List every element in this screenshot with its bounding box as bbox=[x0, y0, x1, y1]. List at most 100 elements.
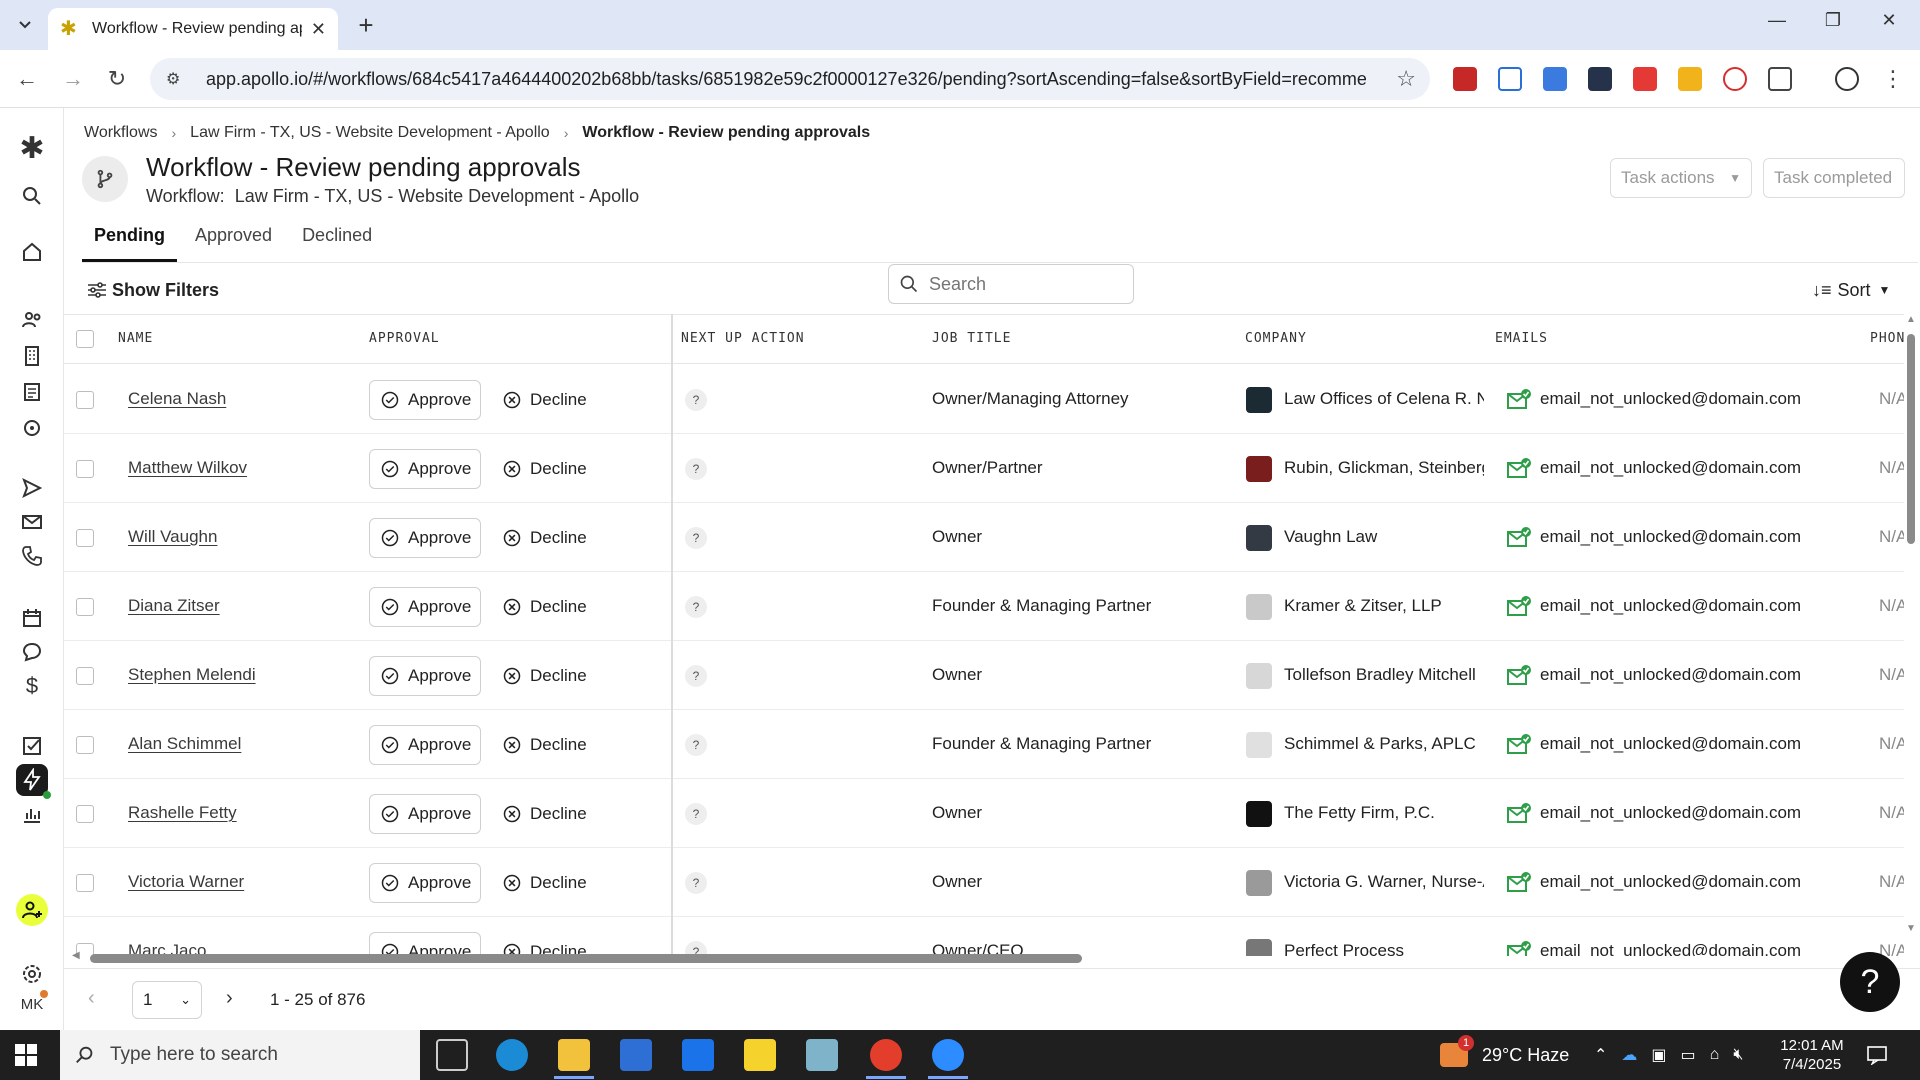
row-checkbox[interactable] bbox=[76, 667, 94, 685]
email-address[interactable]: email_not_unlocked@domain.com bbox=[1540, 872, 1801, 892]
next-up-action-badge[interactable]: ? bbox=[685, 872, 707, 894]
table-row[interactable]: Stephen Melendi Approve Decline? Owner Tolle… bbox=[64, 641, 1904, 710]
next-up-action-badge[interactable]: ? bbox=[685, 596, 707, 618]
battery-icon[interactable]: ▭ bbox=[1681, 1045, 1696, 1065]
email-icon[interactable] bbox=[16, 506, 48, 538]
new-tab-button[interactable]: + bbox=[352, 10, 380, 41]
email-address[interactable]: email_not_unlocked@domain.com bbox=[1540, 596, 1801, 616]
conversations-icon[interactable] bbox=[16, 636, 48, 668]
sort-button[interactable]: ↓≡ Sort ▼ bbox=[1812, 270, 1890, 310]
taskbar-search[interactable]: Type here to search bbox=[60, 1030, 420, 1080]
decline-button[interactable]: Decline bbox=[502, 794, 587, 834]
decline-button[interactable]: Decline bbox=[502, 449, 587, 489]
company-name[interactable]: Rubin, Glickman, Steinberg bbox=[1284, 458, 1484, 478]
browser-tab[interactable]: ✱ Workflow - Review pending app ✕ bbox=[48, 8, 338, 50]
app-icon[interactable] bbox=[806, 1039, 838, 1071]
scroll-left-icon[interactable]: ◀ bbox=[72, 950, 80, 961]
pdf-extension-icon[interactable] bbox=[1453, 67, 1477, 91]
show-filters-button[interactable]: Show Filters bbox=[86, 270, 219, 310]
table-row[interactable]: Victoria Warner Approve Decline? Owner Victo… bbox=[64, 848, 1904, 917]
company-name[interactable]: Law Offices of Celena R. Nash bbox=[1284, 389, 1484, 409]
show-hidden-icons-icon[interactable]: ⌃ bbox=[1594, 1045, 1607, 1065]
task-view-icon[interactable] bbox=[436, 1039, 468, 1071]
row-checkbox[interactable] bbox=[76, 391, 94, 409]
tab-approved[interactable]: Approved bbox=[183, 218, 284, 262]
decline-button[interactable]: Decline bbox=[502, 725, 587, 765]
task-actions-button[interactable]: Task actions ▼ bbox=[1610, 158, 1752, 198]
bookmark-star-icon[interactable]: ☆ bbox=[1396, 66, 1416, 92]
chrome-browser-icon[interactable] bbox=[870, 1039, 902, 1071]
decline-button[interactable]: Decline bbox=[502, 587, 587, 627]
row-checkbox[interactable] bbox=[76, 874, 94, 892]
analytics-chart-icon[interactable] bbox=[16, 798, 48, 830]
deals-dollar-icon[interactable]: $ bbox=[16, 670, 48, 702]
add-user-icon[interactable] bbox=[16, 894, 48, 926]
email-address[interactable]: email_not_unlocked@domain.com bbox=[1540, 803, 1801, 823]
approve-button[interactable]: Approve bbox=[369, 794, 481, 834]
next-up-action-badge[interactable]: ? bbox=[685, 734, 707, 756]
decline-button[interactable]: Decline bbox=[502, 656, 587, 696]
shield-extension-icon[interactable] bbox=[1498, 67, 1522, 91]
task-completed-button[interactable]: Task completed bbox=[1763, 158, 1905, 198]
vertical-scroll-thumb[interactable] bbox=[1907, 334, 1915, 544]
col-emails[interactable]: EMAILS bbox=[1495, 331, 1548, 346]
contact-name-link[interactable]: Rashelle Fetty bbox=[128, 803, 237, 823]
user-avatar[interactable]: MK bbox=[16, 988, 48, 1020]
next-up-action-badge[interactable]: ? bbox=[685, 803, 707, 825]
extensions-puzzle-icon[interactable] bbox=[1768, 67, 1792, 91]
minimize-window-button[interactable]: — bbox=[1762, 10, 1792, 31]
docs-extension-icon[interactable] bbox=[1543, 67, 1567, 91]
contact-name-link[interactable]: Alan Schimmel bbox=[128, 734, 241, 754]
scroll-down-icon[interactable]: ▼ bbox=[1906, 923, 1916, 934]
horizontal-scroll-thumb[interactable] bbox=[90, 954, 1082, 963]
company-name[interactable]: Tollefson Bradley Mitchell bbox=[1284, 665, 1484, 685]
reload-icon[interactable]: ↻ bbox=[102, 64, 132, 94]
pokeball-extension-icon[interactable] bbox=[1723, 67, 1747, 91]
approve-button[interactable]: Approve bbox=[369, 725, 481, 765]
phone-icon[interactable] bbox=[16, 540, 48, 572]
close-tab-icon[interactable]: ✕ bbox=[311, 19, 326, 40]
tab-pending[interactable]: Pending bbox=[82, 218, 177, 262]
table-row[interactable]: Matthew Wilkov Approve Decline? Owner/Partn… bbox=[64, 434, 1904, 503]
help-button[interactable]: ? bbox=[1840, 952, 1900, 1012]
back-icon[interactable]: ← bbox=[12, 64, 42, 94]
intent-signals-icon[interactable] bbox=[16, 412, 48, 444]
site-info-icon[interactable]: ⚙ bbox=[166, 69, 186, 89]
tasks-checkbox-icon[interactable] bbox=[16, 730, 48, 762]
settings-gear-icon[interactable] bbox=[16, 958, 48, 990]
workflows-bolt-icon[interactable] bbox=[16, 764, 51, 799]
weather-widget[interactable]: 1 29°C Haze bbox=[1440, 1030, 1569, 1080]
meetings-calendar-icon[interactable] bbox=[16, 602, 48, 634]
col-approval[interactable]: APPROVAL bbox=[369, 331, 440, 346]
approve-button[interactable]: Approve bbox=[369, 449, 481, 489]
company-name[interactable]: Victoria G. Warner, Nurse-Attorney bbox=[1284, 872, 1484, 892]
col-next-up-action[interactable]: NEXT UP ACTION bbox=[681, 331, 805, 346]
select-all-checkbox[interactable] bbox=[76, 330, 94, 348]
next-page-icon[interactable]: › bbox=[226, 987, 233, 1010]
table-row[interactable]: Rashelle Fetty Approve Decline? Owner The Fe… bbox=[64, 779, 1904, 848]
zoom-icon[interactable] bbox=[932, 1039, 964, 1071]
breadcrumb-workflows[interactable]: Workflows bbox=[84, 124, 158, 142]
decline-button[interactable]: Decline bbox=[502, 863, 587, 903]
contact-name-link[interactable]: Celena Nash bbox=[128, 389, 226, 409]
row-checkbox[interactable] bbox=[76, 805, 94, 823]
apollo-logo-icon[interactable]: ✱ bbox=[16, 132, 48, 165]
next-up-action-badge[interactable]: ? bbox=[685, 665, 707, 687]
profile-avatar-icon[interactable] bbox=[1835, 67, 1859, 91]
email-address[interactable]: email_not_unlocked@domain.com bbox=[1540, 389, 1801, 409]
email-address[interactable]: email_not_unlocked@domain.com bbox=[1540, 734, 1801, 754]
volume-muted-icon[interactable]: 🔇︎ bbox=[1733, 1046, 1743, 1064]
scroll-up-icon[interactable]: ▲ bbox=[1906, 314, 1916, 325]
contact-name-link[interactable]: Will Vaughn bbox=[128, 527, 217, 547]
contact-name-link[interactable]: Victoria Warner bbox=[128, 872, 244, 892]
search-field[interactable] bbox=[888, 264, 1134, 304]
company-name[interactable]: Schimmel & Parks, APLC bbox=[1284, 734, 1484, 754]
table-row[interactable]: Diana Zitser Approve Decline? Founder & Man… bbox=[64, 572, 1904, 641]
windows-start-icon[interactable] bbox=[14, 1043, 38, 1067]
contact-name-link[interactable]: Diana Zitser bbox=[128, 596, 220, 616]
approve-button[interactable]: Approve bbox=[369, 587, 481, 627]
home-icon[interactable] bbox=[16, 236, 48, 268]
horizontal-scrollbar[interactable]: ◀ bbox=[64, 950, 1904, 964]
edge-browser-icon[interactable] bbox=[496, 1039, 528, 1071]
table-row[interactable]: Marc Jaco Approve Decline? Owner/CEO Perfect… bbox=[64, 917, 1904, 956]
